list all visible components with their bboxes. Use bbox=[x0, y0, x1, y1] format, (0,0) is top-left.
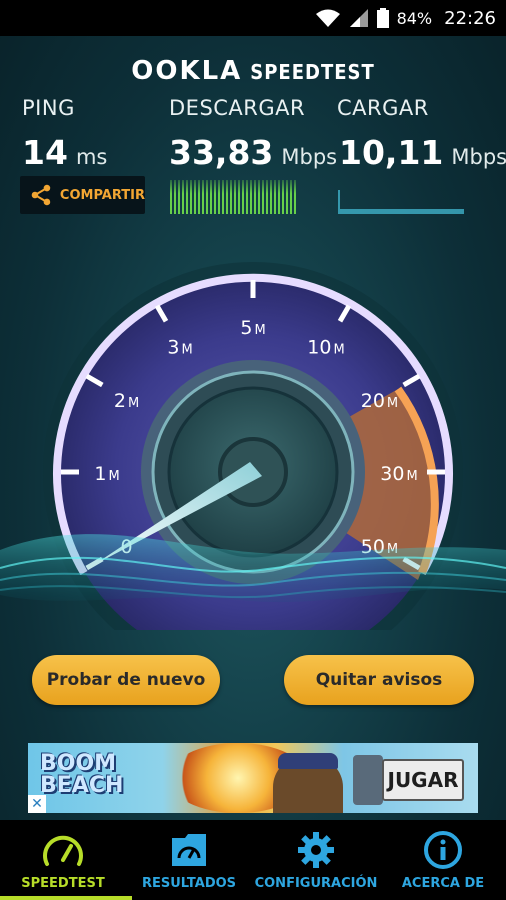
ping-value: 14 bbox=[22, 133, 68, 172]
ad-character-hat bbox=[278, 753, 338, 769]
gauge-label-unit: M bbox=[128, 396, 139, 411]
wifi-icon bbox=[315, 9, 340, 27]
ping-unit: ms bbox=[75, 145, 108, 169]
tab-settings-label: CONFIGURACIÓN bbox=[254, 876, 378, 891]
gauge-label-number: 5 bbox=[240, 317, 252, 339]
upload-result: 10,11 Mbps bbox=[339, 133, 506, 172]
speed-gauge: 01M2M3M5M10M20M30M50M bbox=[0, 262, 506, 630]
gear-icon bbox=[298, 832, 334, 868]
ad-title-line1: BOOM bbox=[40, 751, 117, 776]
app-logo: OOKLA SPEEDTEST bbox=[0, 56, 506, 86]
battery-percent: 84% bbox=[396, 8, 433, 28]
gauge-label-number: 10 bbox=[307, 337, 331, 359]
bottom-navigation: SPEEDTEST RESULTADOS CONFIGURACIÓN ACERC… bbox=[0, 820, 506, 900]
ad-game-title: BOOM BEACH bbox=[40, 753, 123, 797]
upload-label: CARGAR bbox=[337, 96, 429, 120]
gauge-label-unit: M bbox=[181, 343, 192, 358]
ad-play-button[interactable]: JUGAR bbox=[382, 759, 464, 801]
speedometer-icon bbox=[43, 835, 83, 866]
tab-about-label: ACERCA DE bbox=[401, 876, 485, 891]
gauge-label-unit: M bbox=[254, 323, 265, 338]
speedtest-screen: 84% 22:26 OOKLA SPEEDTEST PING DESCARGAR … bbox=[0, 0, 506, 900]
tab-results[interactable]: RESULTADOS bbox=[126, 820, 252, 900]
ad-title-line2: BEACH bbox=[40, 773, 124, 798]
share-icon bbox=[31, 184, 51, 206]
gauge-label-unit: M bbox=[108, 469, 119, 484]
upload-value: 10,11 bbox=[339, 133, 444, 172]
gauge-label-number: 1 bbox=[94, 463, 106, 485]
share-label: COMPARTIR bbox=[59, 187, 145, 203]
gauge-label-number: 20 bbox=[361, 390, 385, 412]
remove-ads-button[interactable]: Quitar avisos bbox=[284, 655, 474, 705]
ad-close-icon[interactable]: ✕ bbox=[28, 795, 46, 813]
gauge-label-unit: M bbox=[387, 396, 398, 411]
share-button[interactable]: COMPARTIR bbox=[20, 176, 145, 214]
gauge-label-unit: M bbox=[333, 343, 344, 358]
product-name: SPEEDTEST bbox=[250, 60, 375, 84]
gauge-label-unit: M bbox=[406, 469, 417, 484]
ad-hammer-image bbox=[353, 755, 383, 805]
ad-banner[interactable]: BOOM BEACH JUGAR ✕ bbox=[28, 743, 478, 813]
gauge-label-number: 2 bbox=[114, 390, 126, 412]
upload-sparkline bbox=[338, 190, 464, 214]
status-bar: 84% 22:26 bbox=[0, 0, 506, 36]
tab-results-label: RESULTADOS bbox=[141, 876, 237, 891]
folder-icon bbox=[172, 834, 206, 866]
battery-icon bbox=[376, 8, 389, 28]
download-label: DESCARGAR bbox=[169, 96, 306, 120]
ping-label: PING bbox=[22, 96, 75, 120]
tab-speedtest[interactable]: SPEEDTEST bbox=[0, 820, 126, 900]
clock: 22:26 bbox=[444, 7, 496, 29]
download-value: 33,83 bbox=[169, 133, 274, 172]
tab-settings[interactable]: CONFIGURACIÓN bbox=[252, 820, 380, 900]
retry-button[interactable]: Probar de nuevo bbox=[32, 655, 220, 705]
brand-name: OOKLA bbox=[131, 56, 243, 86]
download-result: 33,83 Mbps bbox=[169, 133, 337, 172]
download-unit: Mbps bbox=[281, 145, 338, 169]
active-tab-indicator bbox=[0, 896, 132, 900]
signal-icon bbox=[349, 9, 368, 27]
info-icon bbox=[424, 831, 462, 869]
upload-unit: Mbps bbox=[451, 145, 506, 169]
tab-about[interactable]: ACERCA DE bbox=[380, 820, 506, 900]
tab-speedtest-label: SPEEDTEST bbox=[21, 876, 105, 891]
gauge-label-number: 3 bbox=[167, 337, 179, 359]
download-sparkline bbox=[170, 180, 296, 214]
ping-result: 14 ms bbox=[22, 133, 107, 172]
gauge-label-number: 30 bbox=[380, 463, 404, 485]
